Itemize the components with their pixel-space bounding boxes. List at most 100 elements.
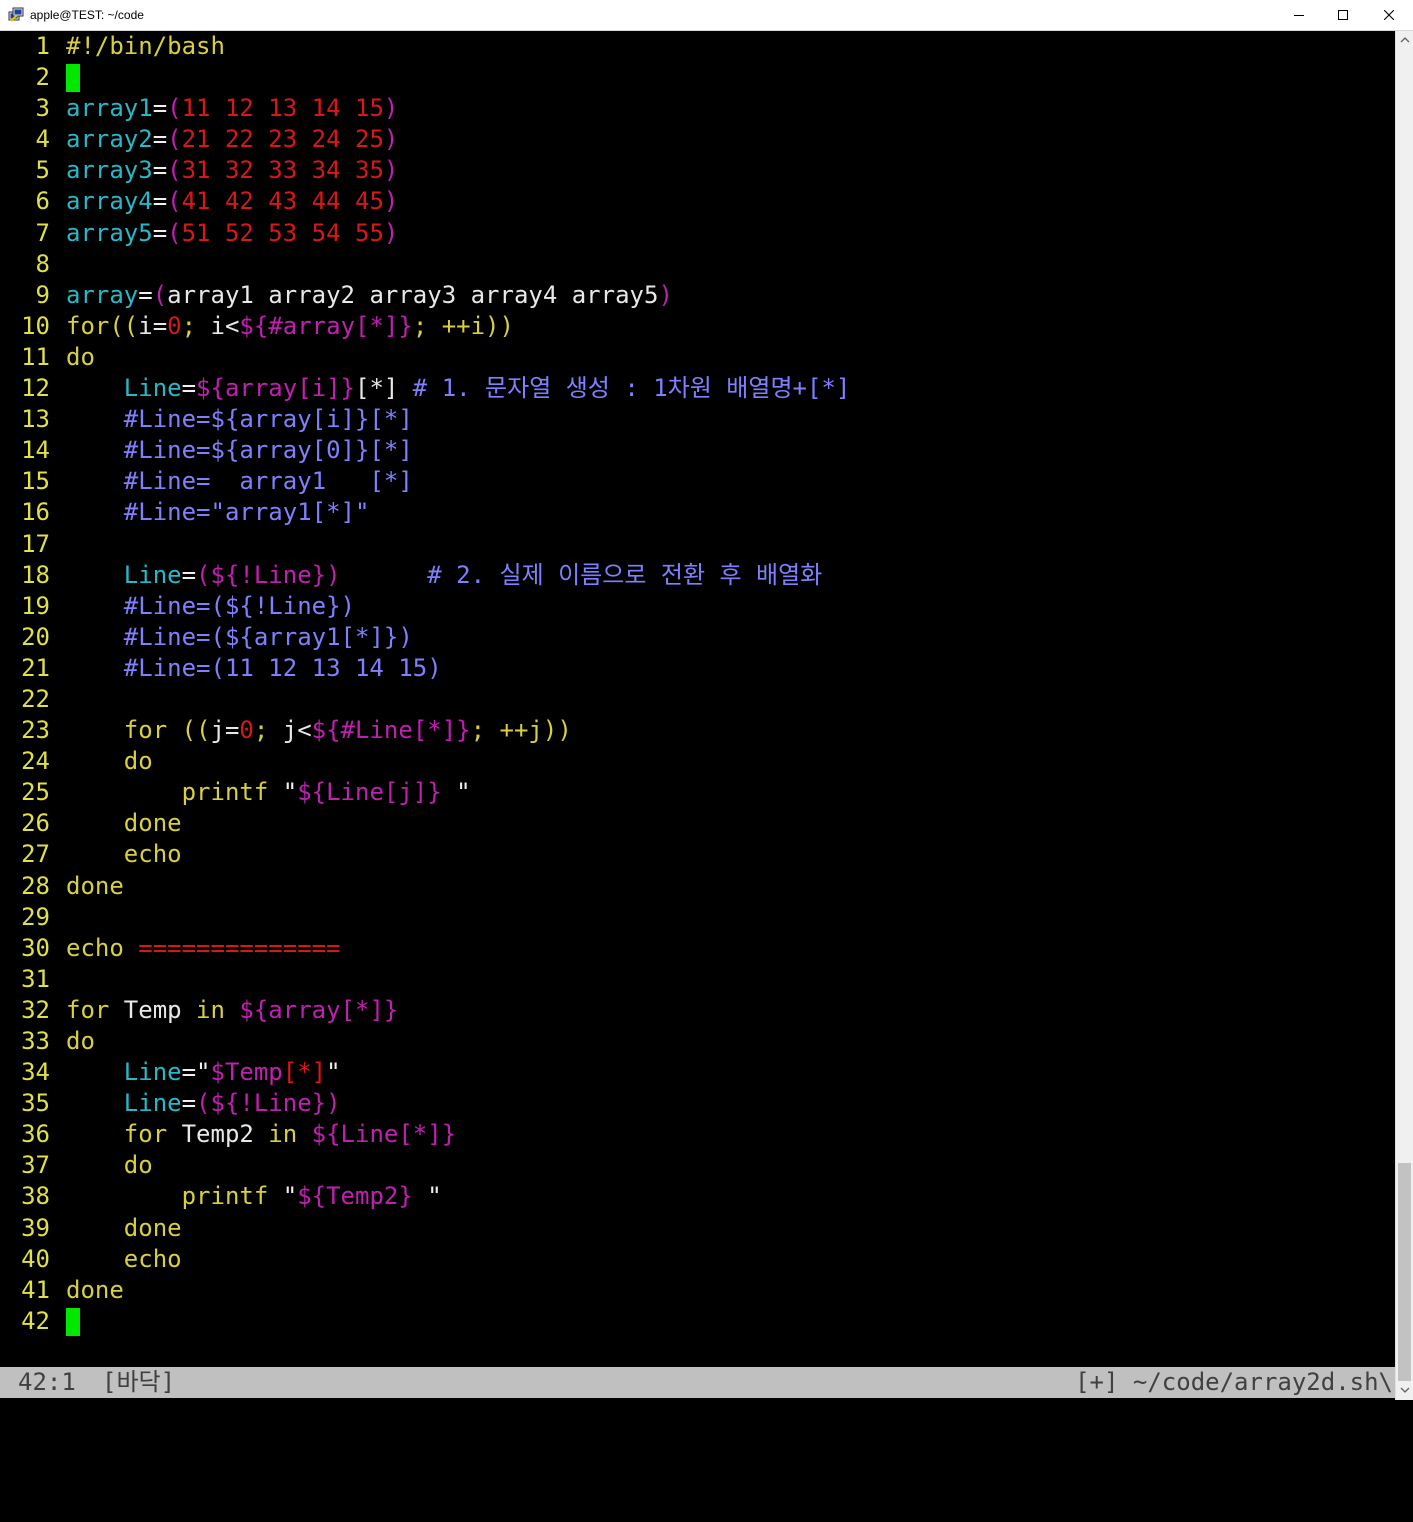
scrollbar-thumb[interactable]	[1398, 1163, 1411, 1381]
vertical-scrollbar[interactable]	[1395, 31, 1413, 1400]
code-line[interactable]: 24 do	[0, 746, 1395, 777]
code-token: )	[383, 156, 399, 185]
line-number: 29	[21, 902, 50, 931]
code-token: "	[412, 1182, 442, 1211]
code-line[interactable]: 31	[0, 964, 1395, 995]
code-line[interactable]: 39 done	[0, 1213, 1395, 1244]
code-line[interactable]: 29	[0, 902, 1395, 933]
code-token: in	[196, 995, 240, 1024]
code-line[interactable]: 12 Line=${array[i]}[*] # 1. 문자열 생성 : 1차원…	[0, 373, 1395, 404]
code-line[interactable]: 5 array3=(31 32 33 34 35)	[0, 155, 1395, 186]
code-line[interactable]: 1 #!/bin/bash	[0, 31, 1395, 62]
code-token: Line	[123, 374, 182, 403]
code-line[interactable]: 25 printf "${Line[j]} "	[0, 777, 1395, 808]
code-view[interactable]: 1 #!/bin/bash 2 3 array1=(11 12 13 14 15) 4 ar…	[0, 31, 1395, 1337]
code-line[interactable]: 20 #Line=(${array1[*]})	[0, 622, 1395, 653]
code-line[interactable]: 11 do	[0, 342, 1395, 373]
code-token: =	[152, 187, 168, 216]
code-line[interactable]: 16 #Line="array1[*]"	[0, 497, 1395, 528]
code-token: "	[282, 778, 298, 807]
code-line[interactable]: 7 array5=(51 52 53 54 55)	[0, 218, 1395, 249]
code-line[interactable]: 28 done	[0, 871, 1395, 902]
code-token: ${#array[*]}	[239, 311, 413, 340]
code-line[interactable]: 35 Line=(${!Line})	[0, 1088, 1395, 1119]
code-line[interactable]: 32 for Temp in ${array[*]}	[0, 995, 1395, 1026]
code-line[interactable]: 19 #Line=(${!Line})	[0, 591, 1395, 622]
code-token: )	[383, 187, 399, 216]
vim-status-line: 42:1 [바닥] [+] ~/code/array2d.sh\	[0, 1367, 1395, 1398]
code-line[interactable]: 23 for ((j=0; j<${#Line[*]}; ++j))	[0, 715, 1395, 746]
scroll-up-icon[interactable]	[1400, 35, 1410, 45]
code-line[interactable]: 6 array4=(41 42 43 44 45)	[0, 186, 1395, 217]
line-number: 16	[21, 498, 50, 527]
code-token: ${Line[*]}	[311, 1120, 457, 1149]
code-line[interactable]: 36 for Temp2 in ${Line[*]}	[0, 1119, 1395, 1150]
code-line[interactable]: 22	[0, 684, 1395, 715]
code-line[interactable]: 38 printf "${Temp2} "	[0, 1181, 1395, 1212]
line-number: 23	[21, 716, 50, 745]
terminal-area[interactable]: 1 #!/bin/bash 2 3 array1=(11 12 13 14 15) 4 ar…	[0, 31, 1395, 1400]
code-line[interactable]: 42	[0, 1306, 1395, 1337]
code-token: ; ++i))	[412, 311, 514, 340]
code-line[interactable]: 21 #Line=(11 12 13 14 15)	[0, 653, 1395, 684]
code-line[interactable]: 10 for((i=0; i<${#array[*]}; ++i))	[0, 311, 1395, 342]
code-token: done	[66, 1275, 124, 1304]
code-line[interactable]: 3 array1=(11 12 13 14 15)	[0, 93, 1395, 124]
code-line[interactable]: 37 do	[0, 1150, 1395, 1181]
code-token: for	[123, 1120, 182, 1149]
code-line[interactable]: 27 echo	[0, 839, 1395, 870]
code-token: j=	[210, 716, 240, 745]
line-number: 11	[21, 342, 50, 371]
line-number: 38	[21, 1182, 50, 1211]
close-button[interactable]	[1366, 0, 1412, 30]
line-number: 31	[21, 964, 50, 993]
code-token: =	[181, 1089, 197, 1118]
code-token: done	[123, 1213, 182, 1242]
code-token: Line	[123, 1089, 182, 1118]
code-line[interactable]: 18 Line=(${!Line}) # 2. 실제 이름으로 전환 후 배열화	[0, 560, 1395, 591]
minimize-button[interactable]	[1276, 0, 1322, 30]
maximize-icon	[1338, 10, 1348, 20]
code-token: 21 22 23 24 25	[181, 125, 384, 154]
code-line[interactable]: 17	[0, 529, 1395, 560]
line-number: 42	[21, 1306, 50, 1335]
code-line[interactable]: 30 echo ==============	[0, 933, 1395, 964]
line-number: 8	[35, 249, 50, 278]
line-number: 13	[21, 405, 50, 434]
code-line[interactable]: 14 #Line=${array[0]}[*]	[0, 435, 1395, 466]
code-token: #Line=(${!Line})	[123, 591, 355, 620]
maximize-button[interactable]	[1320, 0, 1366, 30]
scroll-down-icon[interactable]	[1400, 1385, 1410, 1395]
code-token: [*]	[282, 1058, 327, 1087]
line-number: 3	[35, 94, 50, 123]
code-line[interactable]: 9 array=(array1 array2 array3 array4 arra…	[0, 280, 1395, 311]
line-number: 2	[35, 63, 50, 92]
code-token: 51 52 53 54 55	[181, 218, 384, 247]
code-line[interactable]: 26 done	[0, 808, 1395, 839]
code-line[interactable]: 13 #Line=${array[i]}[*]	[0, 404, 1395, 435]
code-line[interactable]: 15 #Line= array1 [*]	[0, 466, 1395, 497]
code-token: do	[66, 1027, 95, 1055]
code-line[interactable]: 40 echo	[0, 1244, 1395, 1275]
code-line[interactable]: 4 array2=(21 22 23 24 25)	[0, 124, 1395, 155]
code-line[interactable]: 41 done	[0, 1275, 1395, 1306]
code-token: echo	[123, 840, 182, 869]
line-number: 18	[21, 560, 50, 589]
code-line[interactable]: 2	[0, 62, 1395, 93]
code-line[interactable]: 33 do	[0, 1026, 1395, 1057]
line-number: 7	[35, 218, 50, 247]
code-line[interactable]: 34 Line="$Temp[*]"	[0, 1057, 1395, 1088]
code-token: Line	[123, 1058, 182, 1087]
code-line[interactable]: 8	[0, 249, 1395, 280]
code-token: ==============	[138, 933, 341, 962]
code-token: )	[658, 280, 673, 309]
code-token: array	[66, 280, 139, 309]
line-number: 33	[21, 1027, 50, 1055]
putty-icon	[8, 7, 24, 23]
line-number: 37	[21, 1151, 50, 1180]
